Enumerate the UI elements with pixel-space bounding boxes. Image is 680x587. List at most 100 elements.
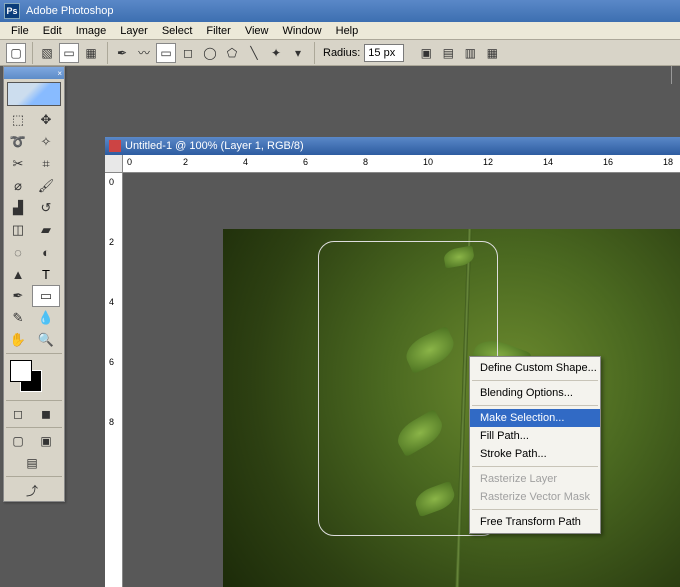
pen-tool-icon[interactable]: ✒ xyxy=(112,43,132,63)
menu-separator xyxy=(472,466,598,467)
jump-to-imageready[interactable]: ⤴ xyxy=(4,479,60,501)
ruler-origin[interactable] xyxy=(105,155,123,173)
custom-shape-icon[interactable]: ✦ xyxy=(266,43,286,63)
options-bar: ▢ ▧ ▭ ▦ ✒ 〰 ▭ ◻ ◯ ⬠ ╲ ✦ ▾ Radius: ▣ ▤ ▥ … xyxy=(0,40,680,66)
tools-thumb xyxy=(4,79,64,109)
polygon-shape-icon[interactable]: ⬠ xyxy=(222,43,242,63)
crop-tool[interactable]: ✂ xyxy=(4,153,32,175)
quickmask-mode-icon[interactable]: ◼ xyxy=(32,403,60,425)
radius-label: Radius: xyxy=(323,47,360,59)
rounded-rect-shape-icon[interactable]: ◻ xyxy=(178,43,198,63)
radius-input[interactable] xyxy=(364,44,404,62)
line-shape-icon[interactable]: ╲ xyxy=(244,43,264,63)
ruler-tick: 8 xyxy=(109,417,114,427)
menu-view[interactable]: View xyxy=(238,23,276,39)
ruler-tick: 8 xyxy=(363,157,368,167)
hand-tool[interactable]: ✋ xyxy=(4,329,32,351)
separator xyxy=(6,400,62,401)
clone-stamp-tool[interactable]: ▟ xyxy=(4,197,32,219)
ruler-tick: 2 xyxy=(109,237,114,247)
app-titlebar: Ps Adobe Photoshop xyxy=(0,0,680,22)
menu-layer[interactable]: Layer xyxy=(113,23,155,39)
path-op-subtract[interactable]: ▤ xyxy=(438,43,458,63)
path-op-intersect[interactable]: ▥ xyxy=(460,43,480,63)
menu-help[interactable]: Help xyxy=(329,23,366,39)
ellipse-shape-icon[interactable]: ◯ xyxy=(200,43,220,63)
menu-fill-path[interactable]: Fill Path... xyxy=(470,427,600,445)
vertical-ruler[interactable]: 0 2 4 6 8 xyxy=(105,173,123,587)
menu-edit[interactable]: Edit xyxy=(36,23,69,39)
menu-rasterize-layer: Rasterize Layer xyxy=(470,470,600,488)
menu-make-selection[interactable]: Make Selection... xyxy=(470,409,600,427)
canvas[interactable] xyxy=(223,229,680,587)
path-op-exclude[interactable]: ▦ xyxy=(482,43,502,63)
freeform-pen-icon[interactable]: 〰 xyxy=(134,43,154,63)
paths-mode[interactable]: ▭ xyxy=(59,43,79,63)
menu-define-custom-shape[interactable]: Define Custom Shape... xyxy=(470,359,600,377)
menu-separator xyxy=(472,405,598,406)
foreground-color[interactable] xyxy=(10,360,32,382)
divider xyxy=(671,66,672,84)
separator xyxy=(6,353,62,354)
ruler-tick: 6 xyxy=(109,357,114,367)
notes-tool[interactable]: ✎ xyxy=(4,307,32,329)
path-op-add[interactable]: ▣ xyxy=(416,43,436,63)
brush-tool[interactable]: 🖌 xyxy=(32,175,60,197)
document-titlebar[interactable]: Untitled-1 @ 100% (Layer 1, RGB/8) xyxy=(105,137,680,155)
dodge-tool[interactable]: ◐ xyxy=(32,241,60,263)
tools-palette: × ⬚ ✥ ➰ ✧ ✂ ⌗ ⌀ 🖌 ▟ ↺ ◫ ▰ ◌ ◐ ▲ T ✒ ▭ ✎ … xyxy=(3,66,65,502)
menu-separator xyxy=(472,509,598,510)
screen-mode-full[interactable]: ▤ xyxy=(4,452,60,474)
shape-layers-mode[interactable]: ▧ xyxy=(37,43,57,63)
leaf xyxy=(401,326,459,374)
menu-window[interactable]: Window xyxy=(276,23,329,39)
slice-tool[interactable]: ⌗ xyxy=(32,153,60,175)
lasso-tool[interactable]: ➰ xyxy=(4,131,32,153)
path-context-menu: Define Custom Shape... Blending Options.… xyxy=(469,356,601,534)
color-swatches xyxy=(4,356,64,398)
healing-brush-tool[interactable]: ⌀ xyxy=(4,175,32,197)
menu-select[interactable]: Select xyxy=(155,23,200,39)
history-brush-tool[interactable]: ↺ xyxy=(32,197,60,219)
ruler-tick: 0 xyxy=(127,157,132,167)
move-tool[interactable]: ✥ xyxy=(32,109,60,131)
magic-wand-tool[interactable]: ✧ xyxy=(32,131,60,153)
gradient-tool[interactable]: ▰ xyxy=(32,219,60,241)
zoom-tool[interactable]: 🔍 xyxy=(32,329,60,351)
ruler-tick: 4 xyxy=(243,157,248,167)
marquee-tool[interactable]: ⬚ xyxy=(4,109,32,131)
rectangle-shape-icon[interactable]: ▭ xyxy=(156,43,176,63)
document-title: Untitled-1 @ 100% (Layer 1, RGB/8) xyxy=(125,140,304,152)
eraser-tool[interactable]: ◫ xyxy=(4,219,32,241)
leaf xyxy=(412,481,458,517)
screen-mode-standard[interactable]: ▢ xyxy=(4,430,32,452)
menu-rasterize-vector-mask: Rasterize Vector Mask xyxy=(470,488,600,506)
ruler-tick: 6 xyxy=(303,157,308,167)
menu-free-transform-path[interactable]: Free Transform Path xyxy=(470,513,600,531)
separator xyxy=(6,476,62,477)
menu-file[interactable]: File xyxy=(4,23,36,39)
path-selection-tool[interactable]: ▲ xyxy=(4,263,32,285)
menu-image[interactable]: Image xyxy=(69,23,114,39)
shape-tool[interactable]: ▭ xyxy=(32,285,60,307)
standard-mode-icon[interactable]: ◻ xyxy=(4,403,32,425)
ruler-tick: 2 xyxy=(183,157,188,167)
ruler-tick: 12 xyxy=(483,157,493,167)
blur-tool[interactable]: ◌ xyxy=(4,241,32,263)
document-icon xyxy=(109,140,121,152)
ruler-tick: 14 xyxy=(543,157,553,167)
pen-tool[interactable]: ✒ xyxy=(4,285,32,307)
geometry-options-dropdown[interactable]: ▾ xyxy=(288,43,308,63)
menu-blending-options[interactable]: Blending Options... xyxy=(470,384,600,402)
fill-pixels-mode[interactable]: ▦ xyxy=(81,43,101,63)
type-tool[interactable]: T xyxy=(32,263,60,285)
menu-stroke-path[interactable]: Stroke Path... xyxy=(470,445,600,463)
menu-filter[interactable]: Filter xyxy=(199,23,237,39)
close-icon[interactable]: × xyxy=(57,69,62,78)
horizontal-ruler[interactable]: 0 2 4 6 8 10 12 14 16 18 xyxy=(123,155,680,173)
separator xyxy=(6,427,62,428)
tools-header[interactable]: × xyxy=(4,67,64,79)
eyedropper-tool[interactable]: 💧 xyxy=(32,307,60,329)
screen-mode-full-menu[interactable]: ▣ xyxy=(32,430,60,452)
tool-preset-picker[interactable]: ▢ xyxy=(6,43,26,63)
